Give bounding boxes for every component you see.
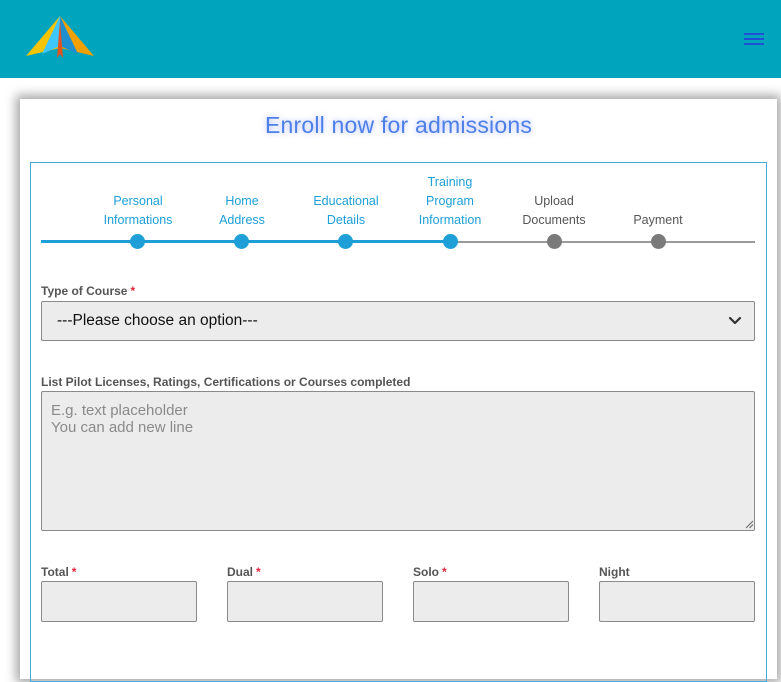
step-dot-personal[interactable] <box>130 234 145 249</box>
step-personal-informations[interactable]: Personal Informations <box>78 192 198 230</box>
required-marker: * <box>71 565 77 579</box>
step-training-program-information[interactable]: Training Program Information <box>390 173 510 230</box>
step-dot-home[interactable] <box>234 234 249 249</box>
chevron-down-icon <box>728 316 742 325</box>
hamburger-menu-icon[interactable] <box>744 33 764 49</box>
required-marker: * <box>442 565 447 579</box>
stepper-track-pending <box>451 241 755 243</box>
dual-hours-label: Dual * <box>227 565 261 579</box>
top-header <box>0 0 781 78</box>
licenses-textarea[interactable] <box>41 391 755 531</box>
course-type-label: Type of Course * <box>41 284 136 298</box>
resize-handle-icon[interactable] <box>745 520 754 529</box>
step-payment[interactable]: Payment <box>598 211 718 230</box>
total-hours-label: Total * <box>41 565 77 579</box>
solo-hours-input[interactable] <box>413 581 569 622</box>
step-dot-training[interactable] <box>443 234 458 249</box>
dual-hours-input[interactable] <box>227 581 383 622</box>
step-home-address[interactable]: Home Address <box>182 192 302 230</box>
course-type-select[interactable]: ---Please choose an option--- <box>41 301 755 341</box>
step-upload-documents[interactable]: Upload Documents <box>494 192 614 230</box>
paper-plane-logo[interactable] <box>22 14 98 62</box>
step-dot-payment[interactable] <box>651 234 666 249</box>
step-dot-upload[interactable] <box>547 234 562 249</box>
step-dot-educational[interactable] <box>338 234 353 249</box>
solo-hours-label: Solo * <box>413 565 447 579</box>
night-hours-input[interactable] <box>599 581 755 622</box>
page-title: Enroll now for admissions <box>264 112 533 138</box>
night-hours-label: Night <box>599 565 630 579</box>
required-marker: * <box>256 565 261 579</box>
licenses-label: List Pilot Licenses, Ratings, Certificat… <box>41 375 411 389</box>
required-marker: * <box>130 284 136 298</box>
total-hours-input[interactable] <box>41 581 197 622</box>
step-educational-details[interactable]: Educational Details <box>286 192 406 230</box>
